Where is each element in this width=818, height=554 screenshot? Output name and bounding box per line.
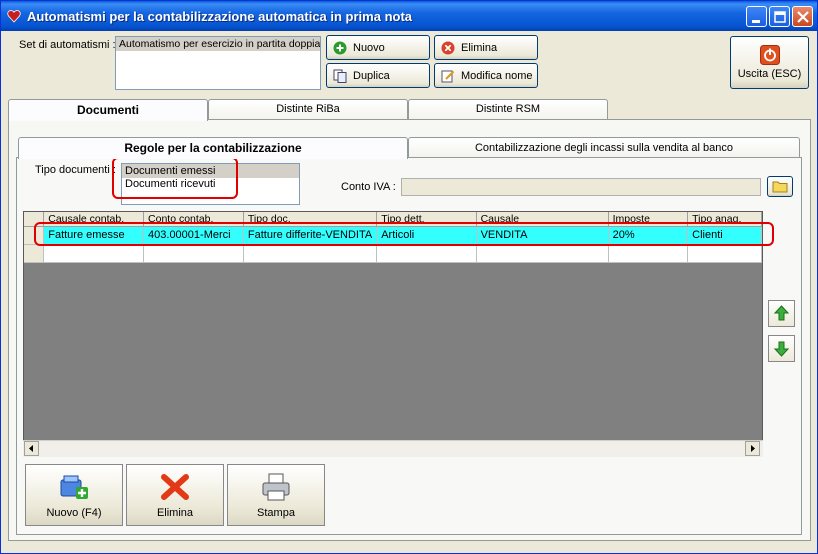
uscita-button[interactable]: Uscita (ESC) <box>730 36 809 89</box>
set-label: Set di automatismi : <box>19 39 116 51</box>
regole-grid[interactable]: Causale contab. Conto contab. Tipo doc. … <box>23 211 763 457</box>
empty-cell[interactable] <box>243 244 378 263</box>
elimina-set-button[interactable]: Elimina <box>434 35 538 60</box>
grid-header-row: Causale contab. Conto contab. Tipo doc. … <box>24 212 762 227</box>
arrow-down-icon <box>773 341 790 357</box>
cell-causale-contab[interactable]: Fatture emesse <box>43 226 145 245</box>
tipo-documenti-option-emessi[interactable]: Documenti emessi <box>122 164 299 178</box>
empty-cell[interactable] <box>143 244 244 263</box>
minimize-icon <box>752 20 760 23</box>
close-icon <box>797 11 809 23</box>
empty-cell[interactable] <box>43 244 145 263</box>
maximize-button[interactable] <box>769 6 790 27</box>
cell-tipo-doc[interactable]: Fatture differite-VENDITA <box>243 226 378 245</box>
tipo-documenti-list[interactable]: Documenti emessi Documenti ricevuti <box>121 163 300 205</box>
column-header-conto-contab[interactable]: Conto contab. <box>143 212 244 227</box>
conto-iva-browse-button[interactable] <box>767 176 793 197</box>
nuovo-label: Nuovo <box>353 41 385 54</box>
delete-x-icon <box>161 474 189 500</box>
row-indicator[interactable] <box>24 244 45 263</box>
empty-cell[interactable] <box>608 244 689 263</box>
table-row-empty[interactable] <box>24 244 762 263</box>
arrow-right-icon <box>751 445 755 452</box>
tipo-documenti-option-ricevuti[interactable]: Documenti ricevuti <box>122 178 299 190</box>
app-heart-icon <box>7 10 21 23</box>
elimina-label: Elimina <box>461 41 498 54</box>
cell-conto-contab[interactable]: 403.00001-Merci <box>143 226 244 245</box>
column-header-tipo-dett[interactable]: Tipo dett. <box>376 212 477 227</box>
empty-cell[interactable] <box>476 244 609 263</box>
close-button[interactable] <box>792 6 813 27</box>
tab-distinte-rsm[interactable]: Distinte RSM <box>408 99 608 119</box>
duplica-button[interactable]: Duplica <box>326 63 430 88</box>
scroll-left-button[interactable] <box>24 441 39 456</box>
nuovo-button[interactable]: Nuovo <box>326 35 430 60</box>
nuovo-f4-button[interactable]: Nuovo (F4) <box>25 464 123 526</box>
power-icon <box>759 45 780 65</box>
tab-distinte-riba[interactable]: Distinte RiBa <box>208 99 408 119</box>
modifica-nome-button[interactable]: Modifica nome <box>434 63 538 88</box>
maximize-icon <box>774 11 786 23</box>
grid-corner <box>24 212 45 227</box>
uscita-label: Uscita (ESC) <box>737 68 802 80</box>
arrow-up-icon <box>773 305 790 321</box>
modifica-nome-label: Modifica nome <box>461 69 533 82</box>
conto-iva-label: Conto IVA : <box>341 181 396 193</box>
nuovo-f4-label: Nuovo (F4) <box>46 507 102 519</box>
column-header-tipo-anag[interactable]: Tipo anag. <box>687 212 762 227</box>
tab-incassi-vendita-banco[interactable]: Contabilizzazione degli incassi sulla ve… <box>408 137 800 157</box>
title-bar: Automatismi per la contabilizzazione aut… <box>1 1 817 31</box>
horizontal-scrollbar[interactable] <box>23 440 763 457</box>
tab-regole-contabilizzazione[interactable]: Regole per la contabilizzazione <box>18 137 408 159</box>
main-window: Automatismi per la contabilizzazione aut… <box>0 0 818 554</box>
move-down-button[interactable] <box>768 335 795 362</box>
cell-causale[interactable]: VENDITA <box>476 226 609 245</box>
scroll-right-button[interactable] <box>745 441 760 456</box>
cell-tipo-dett[interactable]: Articoli <box>376 226 477 245</box>
table-row[interactable]: Fatture emesse 403.00001-Merci Fatture d… <box>24 226 762 245</box>
move-up-button[interactable] <box>768 300 795 327</box>
arrow-left-icon <box>29 445 33 452</box>
edit-icon <box>441 70 455 82</box>
delete-icon <box>441 41 455 54</box>
minimize-button[interactable] <box>746 6 767 27</box>
column-header-tipo-doc[interactable]: Tipo doc. <box>243 212 378 227</box>
column-header-causale[interactable]: Causale <box>476 212 609 227</box>
column-header-causale-contab[interactable]: Causale contab. <box>43 212 145 227</box>
tab-documenti[interactable]: Documenti <box>8 99 208 121</box>
tipo-documenti-label: Tipo documenti : <box>35 164 116 176</box>
new-record-icon <box>60 475 88 499</box>
set-list-item[interactable]: Automatismo per esercizio in partita dop… <box>116 37 320 51</box>
folder-icon <box>772 181 788 193</box>
cell-imposte[interactable]: 20% <box>608 226 689 245</box>
duplicate-icon <box>333 69 347 83</box>
stampa-button[interactable]: Stampa <box>227 464 325 526</box>
row-indicator[interactable] <box>24 226 45 245</box>
elimina-bottom-label: Elimina <box>156 507 194 519</box>
printer-icon <box>262 473 290 501</box>
duplica-label: Duplica <box>353 69 390 82</box>
empty-cell[interactable] <box>376 244 477 263</box>
cell-tipo-anag[interactable]: Clienti <box>687 226 762 245</box>
set-list[interactable]: Automatismo per esercizio in partita dop… <box>115 36 321 90</box>
empty-cell[interactable] <box>687 244 762 263</box>
add-icon <box>333 41 347 54</box>
column-header-imposte[interactable]: Imposte <box>608 212 689 227</box>
window-title: Automatismi per la contabilizzazione aut… <box>27 9 413 24</box>
conto-iva-field[interactable] <box>401 178 761 196</box>
elimina-button[interactable]: Elimina <box>126 464 224 526</box>
stampa-label: Stampa <box>257 507 295 519</box>
